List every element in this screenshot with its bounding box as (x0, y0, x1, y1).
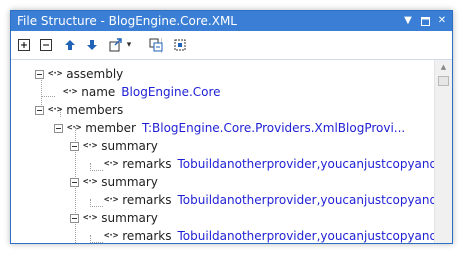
collapse-toggle-icon[interactable] (35, 105, 44, 115)
tree-node-summary[interactable]: <·> summary (70, 137, 158, 155)
tree-node-summary[interactable]: <·> summary (70, 173, 158, 191)
move-down-icon[interactable] (85, 38, 99, 52)
tree-node-assembly[interactable]: <·> assembly (35, 65, 123, 83)
tree-node-name-attribute[interactable]: <·> name BlogEngine.Core (63, 83, 221, 101)
window-title: File Structure - BlogEngine.Core.XML (17, 14, 237, 28)
title-bar[interactable]: File Structure - BlogEngine.Core.XML ▼ ✕ (11, 11, 452, 31)
file-structure-window: File Structure - BlogEngine.Core.XML ▼ ✕… (10, 10, 453, 244)
scroll-thumb[interactable] (438, 76, 449, 86)
tree-connector (41, 96, 55, 97)
collapse-toggle-icon[interactable] (70, 177, 79, 187)
expand-all-icon[interactable] (17, 38, 31, 52)
tree-node-summary[interactable]: <·> summary (70, 209, 158, 227)
tree-connector (90, 242, 103, 243)
locate-in-tree-icon[interactable] (173, 38, 187, 52)
maximize-icon[interactable] (418, 14, 432, 28)
dropdown-triangle-icon[interactable]: ▼ (401, 14, 415, 28)
vertical-scrollbar[interactable]: ▲ (434, 60, 452, 243)
tree-node-member[interactable]: <·> member T:BlogEngine.Core.Providers.X… (54, 119, 405, 137)
tree-node-remarks[interactable]: <·> remarks Tobuildanotherprovider,youca… (104, 155, 435, 173)
structure-tree[interactable]: <·> assembly <·> name BlogEngine.Core <·… (11, 60, 435, 243)
tree-connector (90, 170, 103, 171)
collapse-toggle-icon[interactable] (35, 69, 44, 79)
close-icon[interactable]: ✕ (435, 14, 449, 28)
track-caret-icon[interactable] (149, 38, 163, 52)
xml-attribute-icon: <·> (104, 159, 118, 169)
tree-connector (90, 206, 103, 207)
collapse-toggle-icon[interactable] (70, 141, 79, 151)
xml-element-icon: <·> (83, 141, 97, 151)
xml-attribute-icon: <·> (63, 87, 77, 97)
xml-element-icon: <·> (48, 69, 62, 79)
collapse-toggle-icon[interactable] (70, 213, 79, 223)
xml-element-icon: <·> (48, 105, 62, 115)
export-icon[interactable] (109, 38, 123, 52)
xml-element-icon: <·> (67, 123, 81, 133)
tree-node-members[interactable]: <·> members (35, 101, 123, 119)
collapse-all-icon[interactable] (39, 38, 53, 52)
tree-node-remarks[interactable]: <·> remarks Tobuildanotherprovider,youca… (104, 191, 435, 209)
tree-node-remarks[interactable]: <·> remarks Tobuildanotherprovider,youca… (104, 227, 435, 243)
chevron-down-icon[interactable]: ▾ (124, 38, 134, 52)
xml-element-icon: <·> (83, 177, 97, 187)
toolbar: ▾ (11, 32, 452, 60)
collapse-toggle-icon[interactable] (54, 123, 63, 133)
xml-attribute-icon: <·> (104, 195, 118, 205)
move-up-icon[interactable] (63, 38, 77, 52)
xml-element-icon: <·> (83, 213, 97, 223)
xml-attribute-icon: <·> (104, 231, 118, 241)
scroll-up-icon[interactable]: ▲ (435, 60, 452, 74)
